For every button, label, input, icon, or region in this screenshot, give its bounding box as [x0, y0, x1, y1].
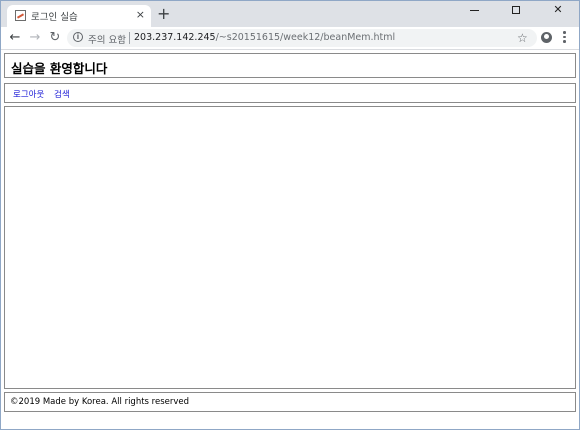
address-separator [129, 32, 130, 44]
url-path: /~s20151615/week12/beanMem.html [215, 32, 396, 43]
menu-icon[interactable] [563, 31, 566, 45]
info-icon[interactable]: i [73, 32, 83, 42]
browser-toolbar: ← → ↻ i 주의 요함 203.237.142.245/~s20151615… [1, 27, 579, 50]
address-bar[interactable]: i 주의 요함 203.237.142.245/~s20151615/week1… [67, 29, 537, 47]
security-status[interactable]: 주의 요함 [88, 32, 126, 46]
maximize-icon [512, 6, 520, 14]
reload-button[interactable]: ↻ [47, 30, 63, 46]
back-button[interactable]: ← [7, 30, 23, 46]
search-link[interactable]: 검색 [54, 88, 70, 100]
profile-icon[interactable] [541, 32, 552, 43]
close-icon: ✕ [553, 3, 563, 16]
tab-title: 로그인 실습 [31, 12, 78, 23]
page-content: 실습을 환영합니다 로그아웃 검색 ©2019 Made by Korea. A… [1, 50, 579, 429]
page-nav: 로그아웃 검색 [4, 83, 576, 103]
url-text[interactable]: 203.237.142.245/~s20151615/week12/beanMe… [134, 32, 395, 43]
url-host: 203.237.142.245 [134, 32, 216, 43]
page-header: 실습을 환영합니다 [4, 53, 576, 78]
maximize-button[interactable] [495, 1, 537, 21]
tab-close-icon[interactable]: × [136, 8, 145, 22]
browser-window: 로그인 실습 × + ✕ ← → ↻ i 주의 요함 203.237.142.2… [0, 0, 580, 430]
main-content-area [4, 106, 576, 389]
logout-link[interactable]: 로그아웃 [13, 88, 44, 100]
bookmark-star-icon[interactable]: ☆ [517, 30, 528, 46]
page-favicon-icon [15, 10, 26, 21]
new-tab-button[interactable]: + [157, 6, 170, 22]
minimize-button[interactable] [453, 1, 495, 21]
footer-copyright: ©2019 Made by Korea. All rights reserved [10, 397, 190, 407]
window-close-button[interactable]: ✕ [537, 1, 579, 21]
tab-active[interactable]: 로그인 실습 × [7, 5, 151, 27]
page-footer: ©2019 Made by Korea. All rights reserved [4, 392, 576, 412]
tab-strip: 로그인 실습 × + ✕ [1, 1, 579, 27]
page-title: 실습을 환영합니다 [11, 61, 108, 76]
forward-button[interactable]: → [27, 30, 43, 46]
minimize-icon [469, 9, 479, 11]
